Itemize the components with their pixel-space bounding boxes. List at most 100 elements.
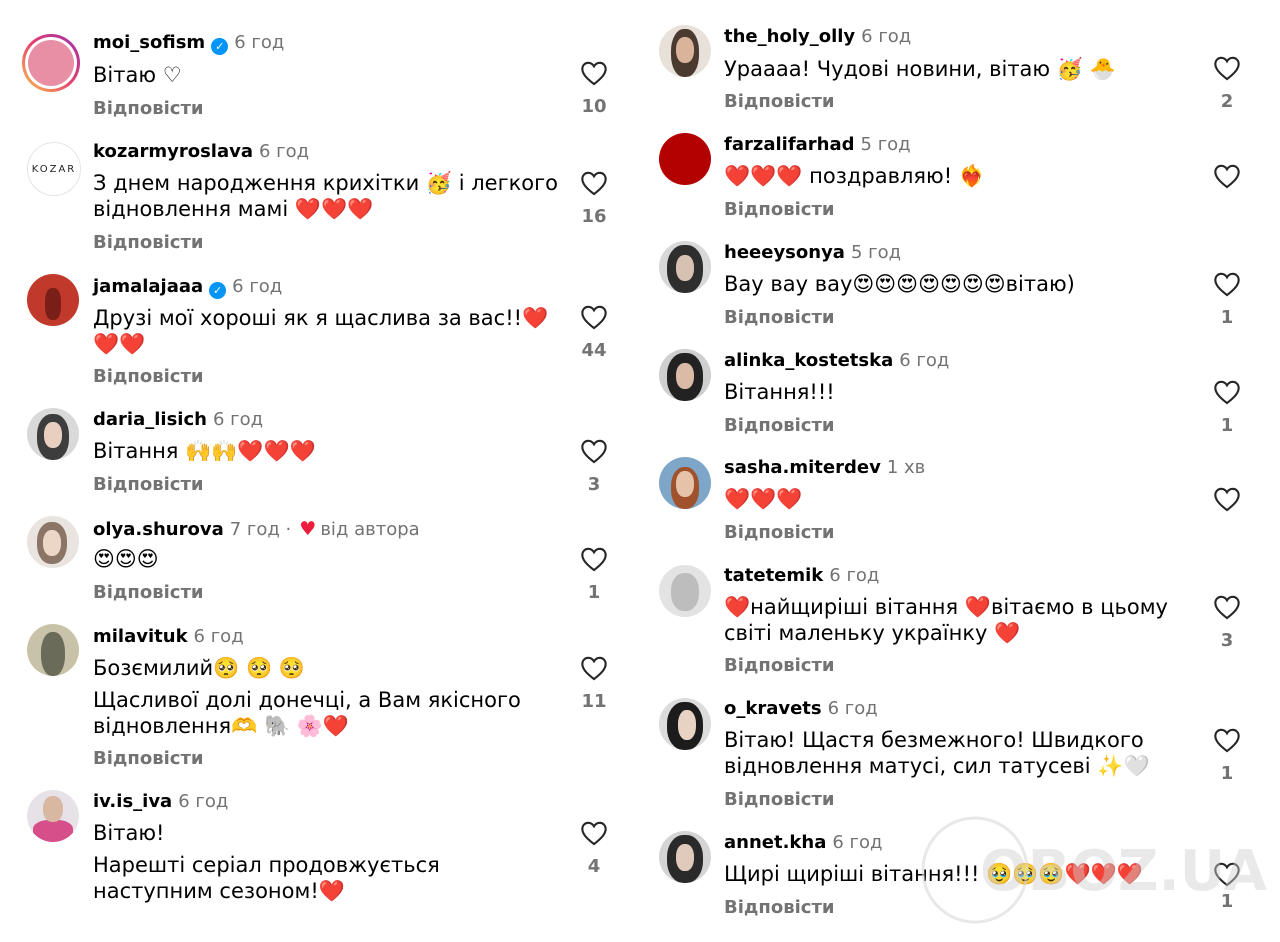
heart-icon[interactable] [580,170,608,196]
heart-icon[interactable] [580,60,608,86]
avatar[interactable] [659,133,711,185]
reply-button[interactable]: Відповісти [93,98,204,120]
heart-icon[interactable] [1213,486,1241,512]
reply-button[interactable]: Відповісти [724,789,835,811]
heart-icon[interactable] [580,304,608,330]
avatar[interactable] [22,34,80,92]
heart-icon[interactable] [1213,271,1241,297]
like-button[interactable]: 1 [1212,271,1242,328]
avatar[interactable] [659,698,711,750]
like-button[interactable]: 11 [579,655,609,712]
heart-icon[interactable] [580,820,608,846]
heart-icon[interactable] [1213,727,1241,753]
username[interactable]: heeeysonya [724,242,845,263]
comment-meta: milavituk 6 год [93,626,244,648]
reply-button[interactable]: Відповісти [724,897,835,919]
avatar-logo-text: KOZAR [31,163,77,175]
like-button[interactable] [1212,163,1242,189]
reply-button[interactable]: Відповісти [93,582,204,604]
avatar[interactable] [659,349,711,401]
verified-badge-icon: ✓ [209,282,227,299]
username[interactable]: tatetemik [724,565,823,586]
heart-icon[interactable] [580,655,608,681]
username[interactable]: sasha.miterdev [724,457,881,478]
timestamp: 6 год [234,32,285,53]
heart-icon[interactable] [1213,594,1241,620]
avatar[interactable] [27,516,79,568]
username[interactable]: kozarmyroslava [93,141,253,162]
reply-button[interactable]: Відповісти [724,415,835,437]
liked-by-author-heart-icon: ♥ [299,518,317,540]
username[interactable]: olya.shurova [93,519,224,540]
username[interactable]: the_holy_olly [724,26,855,47]
avatar[interactable] [27,408,79,460]
like-button[interactable]: 10 [579,60,609,117]
like-count: 2 [1220,91,1234,112]
reply-button[interactable]: Відповісти [93,232,204,254]
username[interactable]: o_kravets [724,698,822,719]
like-button[interactable]: 4 [579,820,609,877]
heart-icon[interactable] [580,546,608,572]
reply-button[interactable]: Відповісти [724,91,835,113]
like-count: 1 [1220,891,1234,912]
comment-meta: moi_sofism ✓ 6 год [93,32,284,55]
avatar[interactable] [659,25,711,77]
like-button[interactable]: 1 [579,546,609,603]
like-count: 3 [587,474,601,495]
comment-text: Бозємилий🥺 🥺 🥺 Щасливої долі донечці, а … [93,656,521,738]
heart-icon[interactable] [1213,55,1241,81]
like-button[interactable]: 44 [579,304,609,361]
avatar[interactable] [659,831,711,883]
heart-icon[interactable] [1213,379,1241,405]
username[interactable]: moi_sofism [93,32,205,53]
timestamp: 6 год [232,276,283,297]
avatar[interactable] [659,241,711,293]
avatar[interactable] [659,457,711,509]
avatar[interactable] [27,274,79,326]
timestamp: 5 год [860,134,911,155]
like-button[interactable] [1212,486,1242,512]
username[interactable]: annet.kha [724,832,826,853]
avatar[interactable] [27,790,79,842]
like-button[interactable]: 1 [1212,379,1242,436]
like-button[interactable]: 1 [1212,727,1242,784]
reply-button[interactable]: Відповісти [724,199,835,221]
reply-button[interactable]: Відповісти [724,307,835,329]
comment-meta: farzalifarhad 5 год [724,134,911,156]
like-count: 1 [1220,415,1234,436]
timestamp: 5 год [850,242,902,263]
reply-button[interactable]: Відповісти [724,522,835,544]
comment-text: Вау вау вау😍😍😍😍😍😍😍вітаю) [724,272,1075,296]
reply-button[interactable]: Відповісти [724,655,835,677]
avatar[interactable] [659,565,711,617]
like-button[interactable]: 16 [579,170,609,227]
like-count: 16 [581,206,607,227]
comment-text: Вітаю ♡ [93,63,182,87]
username[interactable]: farzalifarhad [724,134,855,155]
username[interactable]: jamalajaaa [93,276,203,297]
heart-icon[interactable] [1213,163,1241,189]
username[interactable]: milavituk [93,626,188,647]
like-button[interactable]: 1 [1212,861,1242,912]
heart-icon[interactable] [580,438,608,464]
comment-meta: daria_lisich 6 год [93,409,263,431]
like-count: 3 [1220,630,1234,651]
heart-icon[interactable] [1213,861,1241,887]
comment-text: Вітання!!! [724,380,835,404]
comment-text: Вітання 🙌🙌❤️❤️❤️ [93,439,316,463]
like-count: 1 [1220,763,1234,784]
like-count: 1 [587,582,601,603]
username[interactable]: daria_lisich [93,409,207,430]
avatar[interactable] [27,624,79,676]
reply-button[interactable]: Відповісти [93,748,204,770]
reply-button[interactable]: Відповісти [93,474,204,496]
timestamp: 6 год [829,565,880,586]
avatar[interactable]: KOZAR [27,142,81,196]
timestamp: 6 год [861,26,912,47]
like-button[interactable]: 2 [1212,55,1242,112]
reply-button[interactable]: Відповісти [93,366,204,388]
username[interactable]: iv.is_iva [93,791,172,812]
username[interactable]: alinka_kostetska [724,350,893,371]
like-button[interactable]: 3 [579,438,609,495]
like-button[interactable]: 3 [1212,594,1242,651]
